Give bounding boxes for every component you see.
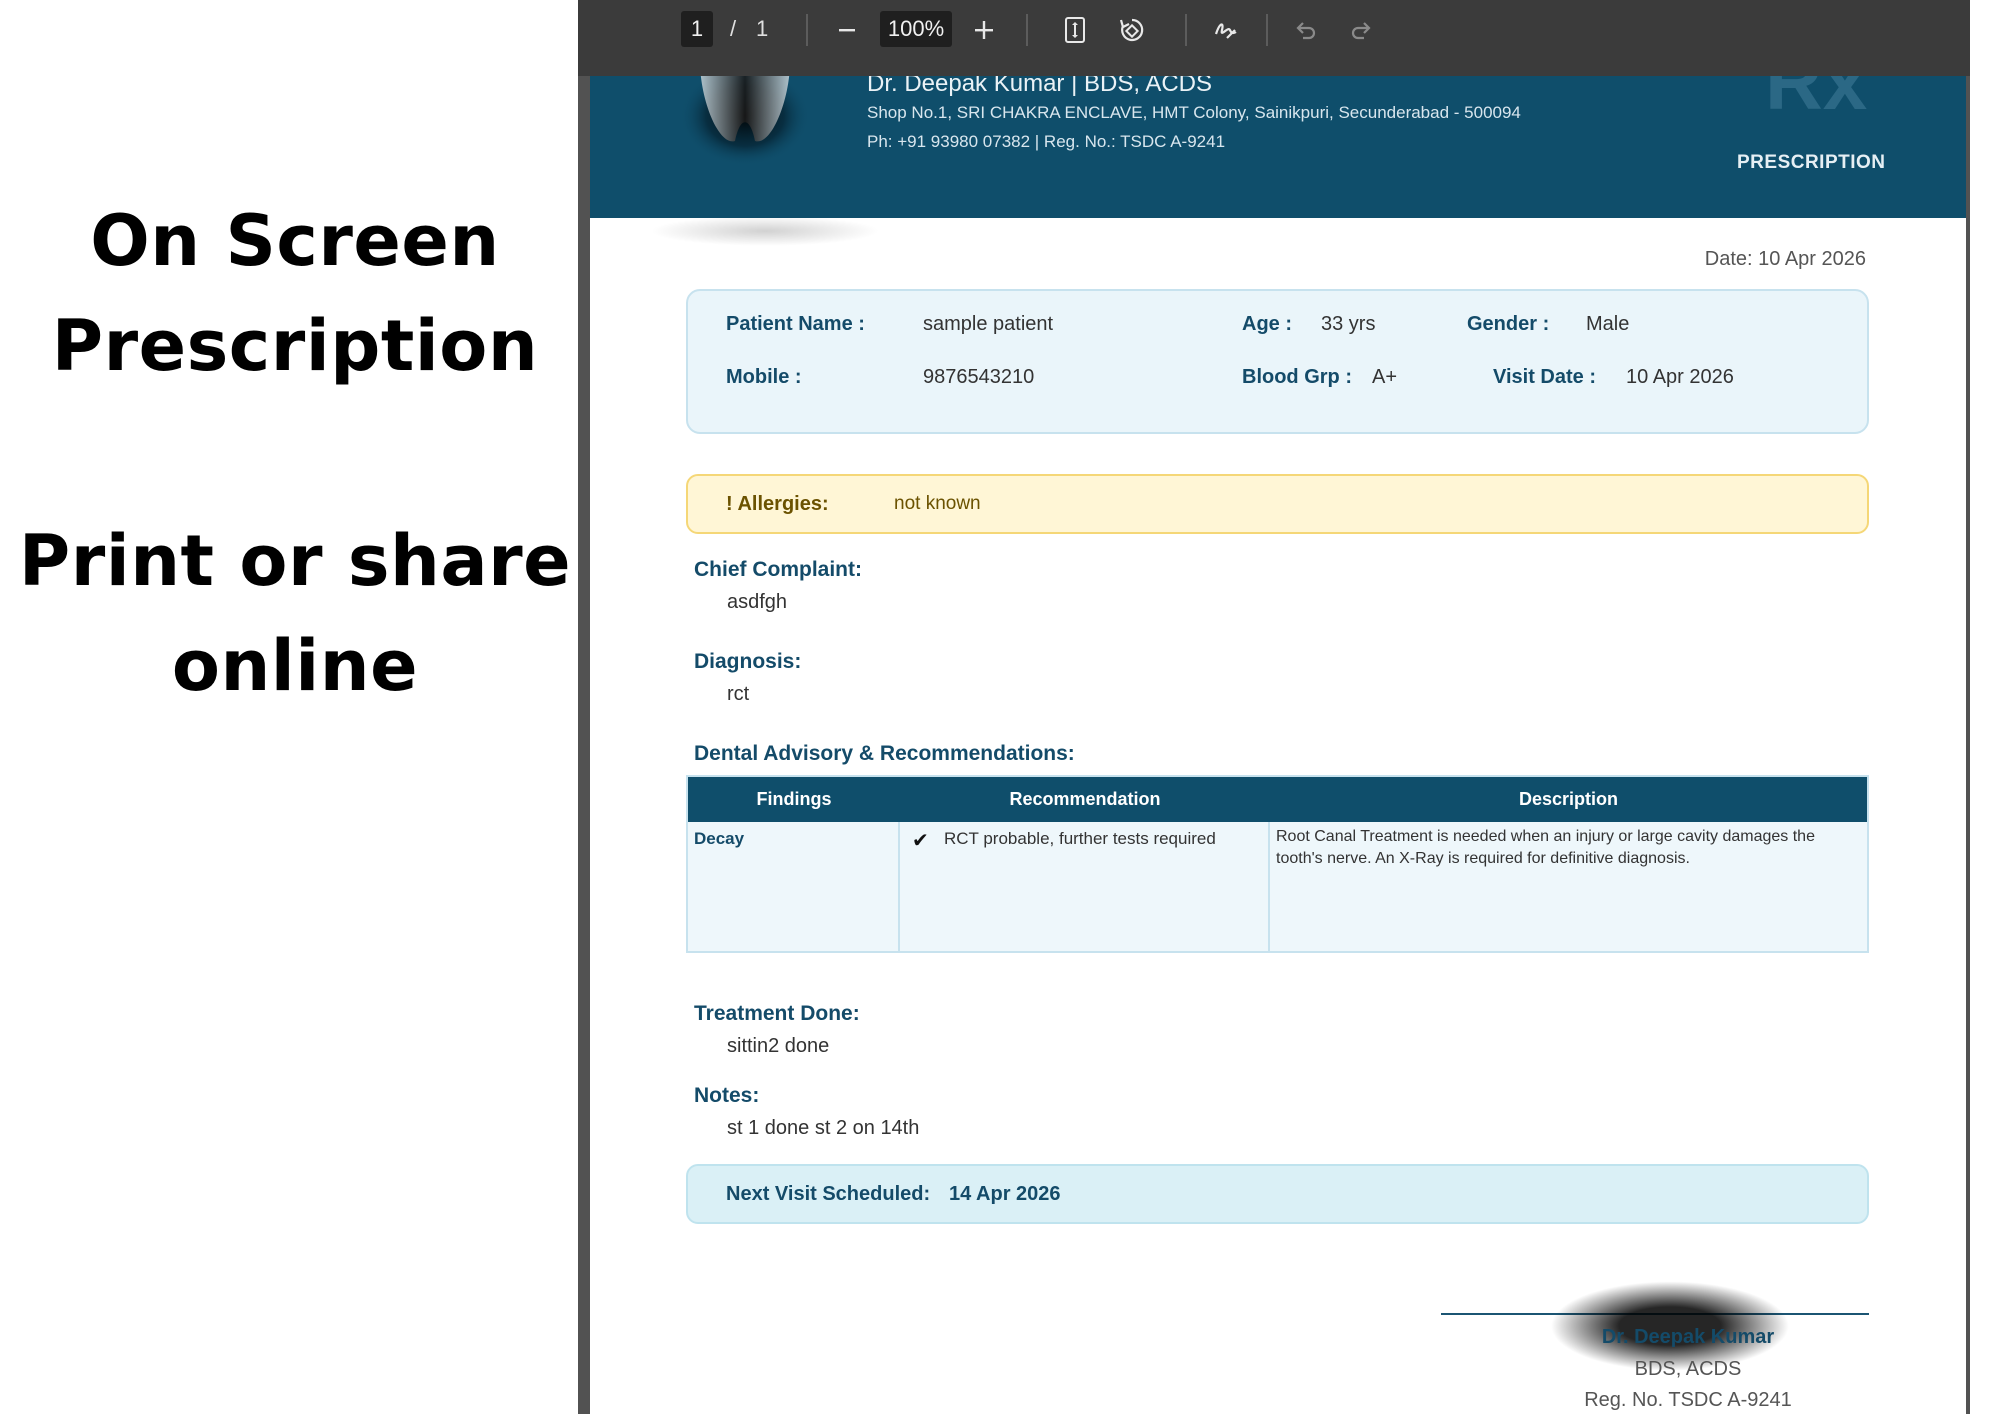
promo-heading-line1: On Screen (90, 200, 500, 282)
patient-name-label: Patient Name : (726, 313, 865, 335)
gender-label: Gender : (1467, 313, 1550, 335)
advisory-heading: Dental Advisory & Recommendations: (694, 742, 1075, 765)
signature-reg: Reg. No. TSDC A-9241 (1584, 1389, 1792, 1411)
prescription-date: Date: 10 Apr 2026 (1704, 248, 1866, 270)
chief-complaint-value: asdfgh (727, 591, 788, 613)
clinic-address: Shop No.1, SRI CHAKRA ENCLAVE, HMT Colon… (867, 103, 1521, 122)
visit-date-label: Visit Date : (1493, 366, 1596, 388)
draw-button[interactable] (1206, 10, 1246, 50)
advisory-table: Findings Recommendation Description Deca… (686, 775, 1869, 953)
undo-button[interactable] (1286, 10, 1326, 50)
notes-value: st 1 done st 2 on 14th (727, 1117, 920, 1139)
promo-subheading-line2: online (171, 625, 419, 707)
zoom-level-input[interactable]: 100% (880, 11, 952, 47)
zoom-out-button[interactable] (827, 10, 867, 50)
next-visit-value: 14 Apr 2026 (949, 1183, 1061, 1205)
promo-subheading-line1: Print or share (18, 520, 572, 602)
finding-cell: Decay (694, 829, 745, 848)
prescription-label: PRESCRIPTION (1737, 152, 1886, 173)
zoom-in-button[interactable] (964, 10, 1004, 50)
header-description: Description (1518, 789, 1619, 809)
toolbar-divider (806, 14, 808, 46)
table-header-row: Findings Recommendation Description (688, 777, 1867, 822)
next-visit-label: Next Visit Scheduled: (726, 1183, 931, 1205)
mobile-value: 9876543210 (923, 366, 1035, 388)
treatment-heading: Treatment Done: (694, 1002, 860, 1025)
rotate-icon (1119, 18, 1144, 42)
fit-page-icon (1065, 17, 1085, 43)
page-number-input[interactable]: 1 (681, 11, 713, 47)
blood-group-label: Blood Grp : (1242, 366, 1352, 388)
toolbar-divider (1026, 14, 1028, 46)
patient-info-card: Patient Name : sample patient Age : 33 y… (686, 289, 1869, 434)
promo-panel: On Screen Prescription Print or share on… (0, 0, 580, 1414)
treatment-value: sittin2 done (727, 1035, 830, 1057)
minus-icon (839, 29, 855, 32)
rotate-button[interactable] (1112, 10, 1152, 50)
signature-doctor-name: Dr. Deepak Kumar (1601, 1326, 1775, 1348)
patient-name-value: sample patient (923, 313, 1054, 335)
letterhead: Dr. Deepak Kumar | BDS, ACDS Shop No.1, … (590, 76, 1966, 218)
allergies-label: ! Allergies: (726, 493, 829, 515)
chief-complaint-heading: Chief Complaint: (694, 558, 862, 581)
description-line1: Root Canal Treatment is needed when an i… (1276, 828, 1815, 845)
mobile-label: Mobile : (726, 366, 802, 388)
column-divider (898, 822, 900, 953)
check-icon: ✔ (912, 830, 929, 852)
description-line2: tooth's nerve. An X-Ray is required for … (1276, 850, 1690, 867)
pdf-toolbar: 1 / 1 100% (578, 0, 1970, 76)
allergies-value: not known (894, 493, 981, 514)
prescription-page: Dr. Deepak Kumar | BDS, ACDS Shop No.1, … (590, 76, 1966, 1414)
doctor-name-header: Dr. Deepak Kumar | BDS, ACDS (867, 76, 1213, 97)
toolbar-divider (1266, 14, 1268, 46)
plus-icon (975, 21, 993, 39)
redo-button[interactable] (1341, 10, 1381, 50)
promo-heading-line2: Prescription (51, 305, 539, 387)
page-total: 1 (756, 16, 769, 41)
tooth-logo (680, 76, 810, 166)
draw-icon (1214, 23, 1237, 39)
toolbar-divider (1185, 14, 1187, 46)
pdf-viewer: 1 / 1 100% Dr. Deepak Kumar | BDS, ACDS … (578, 0, 1970, 1414)
diagnosis-value: rct (727, 683, 750, 705)
redo-icon (1351, 22, 1371, 40)
signature-degree: BDS, ACDS (1634, 1358, 1742, 1380)
rx-watermark: Rx (1765, 76, 1868, 126)
column-divider (1268, 822, 1270, 953)
age-label: Age : (1242, 313, 1292, 335)
gender-value: Male (1586, 313, 1630, 335)
age-value: 33 yrs (1321, 313, 1376, 335)
notes-heading: Notes: (694, 1084, 760, 1107)
blood-group-value: A+ (1372, 366, 1398, 388)
clinic-phone-reg: Ph: +91 93980 07382 | Reg. No.: TSDC A-9… (867, 132, 1226, 151)
header-recommendation: Recommendation (1009, 789, 1161, 809)
undo-icon (1296, 22, 1316, 40)
header-findings: Findings (756, 789, 832, 809)
allergies-banner: ! Allergies: not known (686, 474, 1869, 534)
logo-shadow (650, 216, 880, 246)
visit-date-value: 10 Apr 2026 (1626, 366, 1734, 388)
diagnosis-heading: Diagnosis: (694, 650, 802, 673)
recommendation-cell: RCT probable, further tests required (944, 829, 1216, 848)
page-separator: / (730, 16, 737, 41)
next-visit-banner: Next Visit Scheduled: 14 Apr 2026 (686, 1164, 1869, 1224)
fit-page-button[interactable] (1055, 10, 1095, 50)
